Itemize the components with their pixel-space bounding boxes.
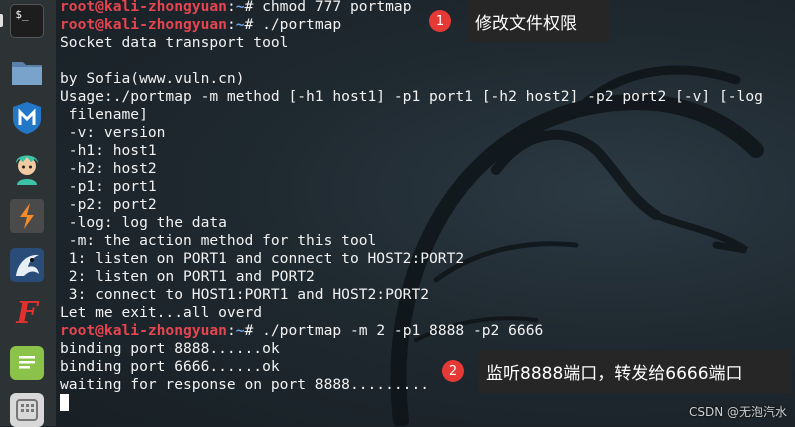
prompt-separator: :: [226, 16, 236, 33]
prompt-symbol: #: [244, 0, 263, 15]
terminal-icon[interactable]: $_: [10, 4, 44, 38]
prompt-symbol: #: [244, 322, 263, 339]
application-dock: $_ F: [0, 0, 56, 427]
avatar-app-icon[interactable]: [10, 151, 44, 185]
command-text: chmod 777 portmap: [262, 0, 412, 15]
kali-dragon-app-icon[interactable]: [10, 248, 44, 282]
output-line: 2: listen on PORT1 and PORT2: [60, 268, 315, 285]
faraday-icon[interactable]: F: [10, 296, 44, 331]
output-line: Socket data transport tool: [60, 34, 289, 51]
annotation-label-1: 修改文件权限: [467, 0, 610, 42]
prompt-user: root@kali-zhongyuan: [60, 322, 227, 339]
output-line: Let me exit...all overd: [60, 304, 263, 321]
terminal-window[interactable]: root@kali-zhongyuan:~# chmod 777 portmap…: [56, 0, 795, 426]
output-line: by Sofia(www.vuln.cn): [60, 70, 245, 87]
app-grid-icon[interactable]: [10, 393, 44, 427]
prompt-separator: :: [226, 322, 236, 339]
annotation-badge-2: 2: [442, 360, 464, 382]
prompt-line: root@kali-zhongyuan:~# ./portmap -m 2 -p…: [60, 322, 763, 340]
annotation-label-2: 监听8888端口，转发给6666端口: [478, 350, 792, 393]
output-line: 3: connect to HOST1:PORT1 and HOST2:PORT…: [60, 286, 430, 303]
output-line: -v: version: [60, 124, 166, 141]
folder-icon[interactable]: [10, 55, 44, 89]
output-line: -log: log the data: [60, 214, 227, 231]
prompt-path: ~: [235, 322, 245, 339]
prompt-path: ~: [235, 16, 245, 33]
output-line: -h2: host2: [60, 160, 157, 177]
prompt-separator: :: [226, 0, 236, 15]
cursor-line: [60, 394, 763, 412]
burpsuite-icon[interactable]: [10, 199, 44, 233]
prompt-symbol: #: [244, 16, 263, 33]
output-line: Usage:./portmap -m method [-h1 host1] -p…: [60, 88, 763, 105]
metasploit-icon[interactable]: [10, 101, 44, 135]
output-line: filename]: [60, 106, 148, 123]
annotation-badge-1: 1: [429, 10, 451, 32]
prompt-path: ~: [235, 0, 245, 15]
prompt-user: root@kali-zhongyuan: [60, 0, 227, 15]
command-text: ./portmap: [262, 16, 342, 33]
csdn-watermark: CSDN @无泡汽水: [688, 405, 787, 419]
text-editor-icon[interactable]: [10, 346, 44, 380]
output-line: 1: listen on PORT1 and connect to HOST2:…: [60, 250, 465, 267]
terminal-cursor[interactable]: [60, 394, 69, 411]
output-line: -h1: host1: [60, 142, 157, 159]
prompt-line: root@kali-zhongyuan:~# ./portmap: [60, 16, 763, 34]
prompt-user: root@kali-zhongyuan: [60, 16, 227, 33]
prompt-line: root@kali-zhongyuan:~# chmod 777 portmap: [60, 0, 763, 16]
active-app-indicator: [0, 14, 3, 27]
output-line: -m: the action method for this tool: [60, 232, 377, 249]
command-text: ./portmap -m 2 -p1 8888 -p2 6666: [262, 322, 544, 339]
output-line: -p2: port2: [60, 196, 157, 213]
output-line: -p1: port1: [60, 178, 157, 195]
